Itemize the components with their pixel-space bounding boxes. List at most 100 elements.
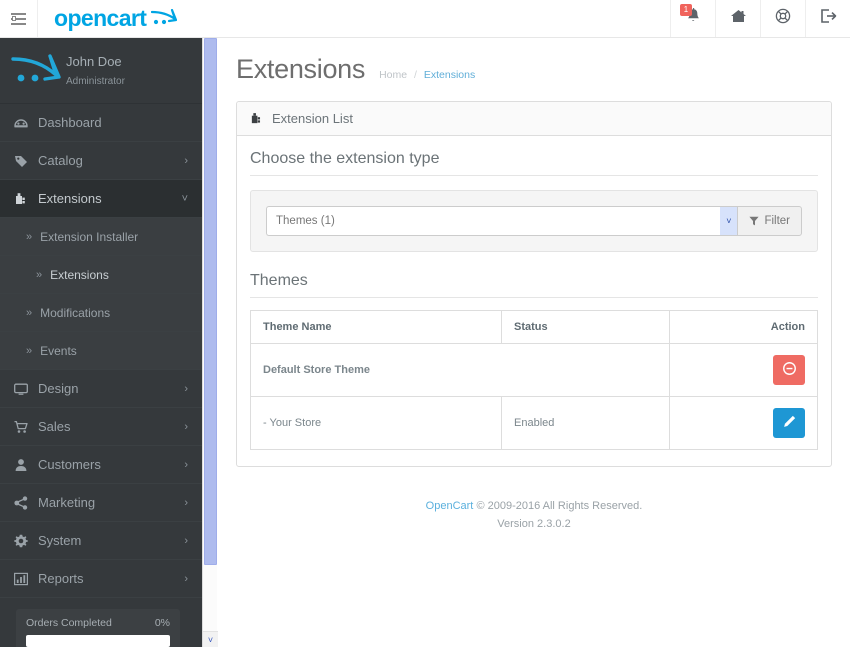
sidebar-toggle-button[interactable] <box>0 0 38 37</box>
sidebar-scrollbar[interactable]: ˅ <box>202 38 218 647</box>
column-header-status: Status <box>501 310 670 344</box>
help-button[interactable] <box>760 0 805 37</box>
notification-badge: 1 <box>680 4 692 16</box>
puzzle-icon <box>250 112 263 125</box>
themes-table: Theme Name Status Action Default Store T… <box>250 310 818 450</box>
share-icon <box>14 495 38 510</box>
extension-list-panel: Extension List Choose the extension type… <box>236 101 832 467</box>
cart-icon <box>14 420 38 434</box>
sidebar-item-reports[interactable]: Reports › <box>0 560 202 598</box>
filter-button-label: Filter <box>764 215 790 227</box>
notifications-button[interactable]: 1 <box>670 0 715 37</box>
edit-button[interactable] <box>773 408 805 438</box>
breadcrumb: Home / Extensions <box>379 69 475 81</box>
sidebar-subitem-label: Extensions <box>50 267 109 282</box>
scrollbar-thumb[interactable] <box>204 38 217 565</box>
sidebar-item-design[interactable]: Design › <box>0 370 202 408</box>
gear-icon <box>14 534 38 548</box>
footer-version: Version 2.3.0.2 <box>497 518 571 530</box>
chevron-right-icon: › <box>184 534 188 547</box>
list-icon <box>11 12 26 25</box>
tag-icon <box>14 154 38 168</box>
orders-completed-percent: 0% <box>154 617 170 629</box>
chevron-right-icon: › <box>184 458 188 471</box>
panel-heading: Extension List <box>237 102 831 136</box>
cell-action <box>669 343 818 397</box>
chevron-right-icon: › <box>184 420 188 433</box>
footer: OpenCart © 2009-2016 All Rights Reserved… <box>218 497 850 533</box>
sidebar-item-modifications[interactable]: » Modifications <box>0 294 202 332</box>
page-title: Extensions <box>236 54 366 84</box>
themes-section-title: Themes <box>250 272 818 298</box>
sidebar-item-extensions-sub[interactable]: » Extensions <box>0 256 202 294</box>
breadcrumb-home[interactable]: Home <box>379 69 407 81</box>
lifering-icon <box>775 8 791 29</box>
home-icon <box>730 8 747 29</box>
cell-theme-name: - Your Store <box>250 396 502 450</box>
footer-opencart-link[interactable]: OpenCart <box>426 500 474 512</box>
avatar <box>10 52 66 89</box>
sidebar-item-label: Design <box>38 381 79 396</box>
storefront-button[interactable] <box>715 0 760 37</box>
header-actions: 1 <box>670 0 850 37</box>
chevron-right-icon: › <box>184 496 188 509</box>
sidebar-subitem-label: Extension Installer <box>40 229 139 244</box>
double-chevron-icon: » <box>26 230 33 243</box>
extension-type-input-group: Themes (1) ˅ Filter <box>266 206 802 236</box>
barchart-icon <box>14 572 38 586</box>
pencil-icon <box>783 415 796 431</box>
extension-type-select[interactable]: Themes (1) ˅ <box>266 206 738 236</box>
chevron-down-icon: ˅ <box>181 192 188 205</box>
brand-logo[interactable]: opencart <box>38 0 178 37</box>
profile-role: Administrator <box>66 75 125 87</box>
extension-type-legend: Choose the extension type <box>250 150 818 176</box>
main-content: Extensions Home / Extensions Extension L… <box>218 38 850 647</box>
column-header-theme-name: Theme Name <box>250 310 502 344</box>
sidebar-item-extensions[interactable]: Extensions ˅ <box>0 180 202 218</box>
sidebar-item-system[interactable]: System › <box>0 522 202 560</box>
double-chevron-icon: » <box>26 306 33 319</box>
filter-button[interactable]: Filter <box>737 206 802 236</box>
page-header: Extensions Home / Extensions <box>218 38 850 95</box>
sidebar: John Doe Administrator Dashboard Catalog… <box>0 38 202 647</box>
sidebar-item-label: Marketing <box>38 495 96 510</box>
chevron-down-icon[interactable]: ˅ <box>720 207 738 235</box>
cell-action <box>669 396 818 450</box>
dashboard-icon <box>14 116 38 130</box>
user-icon <box>14 458 38 472</box>
sidebar-item-label: Sales <box>38 419 71 434</box>
table-row: Default Store Theme <box>250 343 818 397</box>
uninstall-button[interactable] <box>773 355 805 385</box>
sidebar-item-label: Dashboard <box>38 115 102 130</box>
orders-completed-progressbar <box>26 635 170 647</box>
sidebar-item-customers[interactable]: Customers › <box>0 446 202 484</box>
funnel-icon <box>749 216 760 226</box>
sidebar-item-dashboard[interactable]: Dashboard <box>0 104 202 142</box>
orders-completed-widget: Orders Completed 0% <box>16 609 180 647</box>
user-profile[interactable]: John Doe Administrator <box>0 38 202 104</box>
filter-well: Themes (1) ˅ Filter <box>250 190 818 252</box>
panel-body: Choose the extension type Themes (1) ˅ F… <box>237 136 831 466</box>
profile-name: John Doe <box>66 53 122 69</box>
breadcrumb-separator: / <box>414 69 417 81</box>
chevron-right-icon: › <box>184 572 188 585</box>
sidebar-item-marketing[interactable]: Marketing › <box>0 484 202 522</box>
logout-button[interactable] <box>805 0 850 37</box>
double-chevron-icon: » <box>26 344 33 357</box>
footer-copyright: © 2009-2016 All Rights Reserved. <box>476 500 643 512</box>
sidebar-item-label: Reports <box>38 571 84 586</box>
minus-circle-icon <box>782 362 796 378</box>
sidebar-item-catalog[interactable]: Catalog › <box>0 142 202 180</box>
panel-title: Extension List <box>272 111 353 126</box>
logout-icon <box>820 8 837 29</box>
top-header: opencart 1 <box>0 0 850 38</box>
sidebar-item-extension-installer[interactable]: » Extension Installer <box>0 218 202 256</box>
sidebar-item-events[interactable]: » Events <box>0 332 202 370</box>
sidebar-item-sales[interactable]: Sales › <box>0 408 202 446</box>
extension-type-select-value: Themes (1) <box>276 215 335 227</box>
breadcrumb-extensions[interactable]: Extensions <box>424 69 475 81</box>
table-row: - Your Store Enabled <box>250 396 818 450</box>
scrollbar-down-arrow-icon[interactable]: ˅ <box>203 631 218 647</box>
sidebar-item-label: System <box>38 533 82 548</box>
sidebar-item-label: Customers <box>38 457 101 472</box>
